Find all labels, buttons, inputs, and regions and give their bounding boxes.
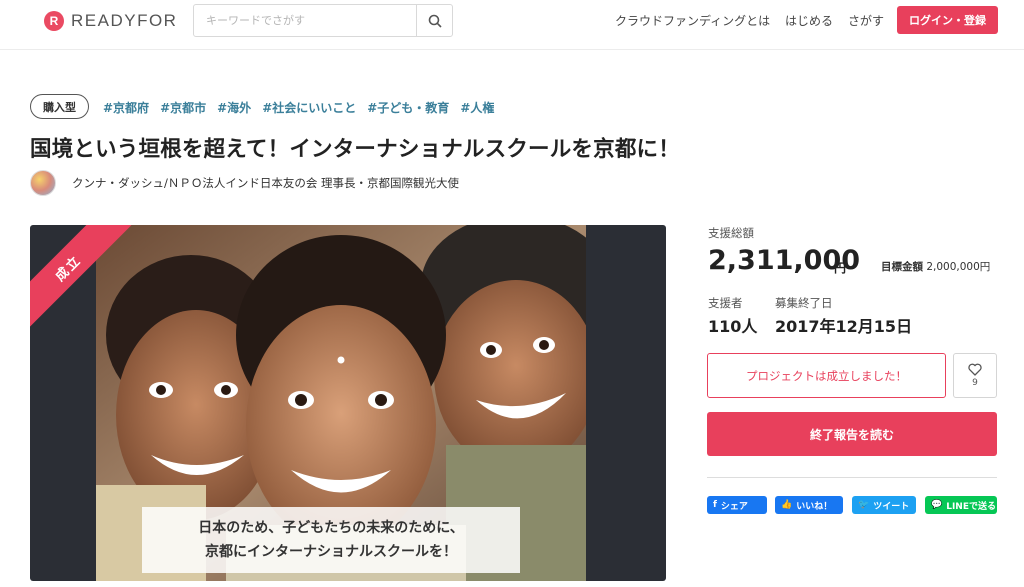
tag-link[interactable]: #社会にいいこと (262, 99, 356, 116)
heart-icon (968, 363, 982, 376)
search-bar (193, 4, 453, 37)
like-label: いいね！ (796, 501, 833, 512)
line-send-button[interactable]: 💬 LINEで送る (925, 496, 997, 514)
project-owner[interactable]: クンナ・ダッシュ/ＮＰＯ法人インド日本友の会 理事長・京都国際観光大使 (30, 170, 459, 196)
goal-amount-label: 目標金額 (881, 261, 923, 273)
caption-line: 日本のため、子どもたちの未来のために、 (198, 520, 464, 536)
thumbs-up-icon: 👍 (781, 500, 793, 510)
avatar[interactable] (30, 170, 56, 196)
end-date-label: 募集終了日 (775, 296, 833, 310)
readyfor-logo[interactable]: R READYFOR (44, 10, 177, 32)
total-amount-label: 支援総額 (708, 226, 754, 240)
facebook-icon: f (713, 500, 717, 510)
project-type-badge: 購入型 (30, 94, 89, 119)
logo-text: READYFOR (71, 11, 178, 30)
tweet-label: ツイート (873, 501, 910, 512)
line-label: LINEで送る (946, 501, 996, 512)
tag-link[interactable]: #人権 (460, 99, 494, 116)
project-title: 国境という垣根を超えて！インターナショナルスクールを京都に！ (30, 137, 680, 162)
facebook-share-button[interactable]: f シェア (707, 496, 767, 514)
goal-amount-value: 2,000,000円 (926, 261, 991, 273)
facebook-like-button[interactable]: 👍 いいね！ (775, 496, 843, 514)
nav-link-start[interactable]: はじめる (785, 12, 833, 29)
search-button[interactable] (416, 5, 452, 36)
login-register-button[interactable]: ログイン・登録 (897, 6, 998, 34)
favorite-count: 9 (972, 378, 978, 388)
facebook-share-label: シェア (720, 501, 748, 512)
search-input[interactable] (194, 5, 416, 36)
image-caption: 日本のため、子どもたちの未来のために、 京都にインターナショナルスクールを！ (142, 507, 520, 573)
tag-link[interactable]: #子ども・教育 (367, 99, 449, 116)
divider (707, 477, 997, 478)
end-date-value: 2017年12月15日 (775, 317, 913, 336)
tag-link[interactable]: #京都府 (103, 99, 149, 116)
project-main-visual[interactable]: 成立 日本のため、子どもたちの未来のために、 京都にインターナショナルスクールを… (30, 225, 666, 581)
tag-list: #京都府 #京都市 #海外 #社会にいいこと #子ども・教育 #人権 (103, 99, 494, 116)
owner-name[interactable]: クンナ・ダッシュ/ＮＰＯ法人インド日本友の会 理事長・京都国際観光大使 (72, 175, 459, 191)
line-icon: 💬 (931, 500, 943, 510)
site-header: R READYFOR クラウドファンディングとは はじめる さがす ログイン・登… (0, 0, 1024, 50)
favorite-button[interactable]: 9 (953, 353, 997, 398)
goal-amount: 目標金額 2,000,000円 (881, 259, 990, 274)
logo-mark-icon: R (44, 11, 64, 31)
search-icon (428, 14, 442, 28)
total-amount-unit: 円 (834, 261, 847, 275)
tag-link[interactable]: #海外 (217, 99, 251, 116)
success-ribbon-label: 成立 (30, 225, 132, 332)
nav-link-search[interactable]: さがす (848, 12, 884, 29)
twitter-tweet-button[interactable]: 🐦 ツイート (852, 496, 916, 514)
caption-line: 京都にインターナショナルスクールを！ (205, 544, 457, 560)
supporters-label: 支援者 (708, 296, 743, 310)
twitter-bird-icon: 🐦 (858, 500, 870, 510)
tag-link[interactable]: #京都市 (160, 99, 206, 116)
nav-link-about[interactable]: クラウドファンディングとは (615, 12, 770, 29)
supporters-value: 110人 (708, 317, 758, 336)
read-final-report-button[interactable]: 終了報告を読む (707, 412, 997, 456)
project-success-notice: プロジェクトは成立しました！ (707, 353, 946, 398)
success-ribbon: 成立 (30, 225, 150, 345)
